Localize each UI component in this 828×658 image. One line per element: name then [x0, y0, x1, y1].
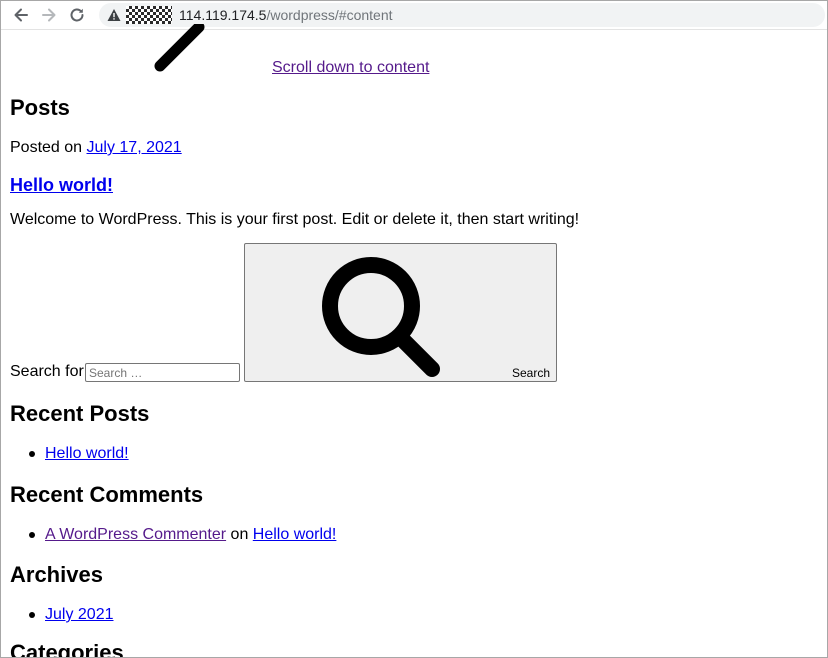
search-button[interactable]: Search — [244, 243, 557, 382]
search-input[interactable] — [85, 363, 240, 382]
post-title-link[interactable]: Hello world! — [10, 175, 113, 195]
post-meta: Posted on July 17, 2021 — [10, 139, 182, 157]
url-path: /wordpress/#content — [266, 7, 393, 23]
browser-window: 114.119.174.5/wordpress/#content Scroll … — [0, 0, 828, 658]
archives-heading: Archives — [10, 562, 103, 587]
search-label: Search for: — [10, 363, 89, 380]
not-secure-warning-icon[interactable] — [107, 8, 121, 22]
post-excerpt: Welcome to WordPress. This is your first… — [10, 211, 580, 228]
scroll-down-link[interactable]: Scroll down to content — [272, 59, 429, 77]
comment-post-link[interactable]: Hello world! — [253, 526, 337, 543]
comment-connector: on — [226, 526, 253, 543]
url-host: 114.119.174.5 — [179, 7, 267, 23]
posted-on-label: Posted on — [10, 139, 87, 156]
recent-post-link[interactable]: Hello world! — [45, 445, 129, 462]
list-item: A WordPress Commenter on Hello world! — [29, 526, 336, 544]
site-logo-icon[interactable] — [147, 21, 217, 74]
list-item: July 2021 — [29, 606, 114, 624]
post-date-link[interactable]: July 17, 2021 — [87, 139, 182, 156]
archive-link[interactable]: July 2021 — [45, 606, 114, 623]
search-icon — [322, 257, 440, 377]
recent-posts-heading: Recent Posts — [10, 401, 150, 426]
redacted-label — [126, 6, 172, 24]
search-button-label: Search — [511, 366, 550, 380]
categories-heading: Categories — [10, 640, 124, 658]
browser-toolbar: 114.119.174.5/wordpress/#content — [1, 1, 827, 30]
forward-arrow-icon[interactable] — [39, 5, 59, 25]
list-item: Hello world! — [29, 445, 129, 463]
page-content: Scroll down to content Posts Posted on J… — [1, 21, 827, 658]
url-text[interactable]: 114.119.174.5/wordpress/#content — [179, 7, 393, 23]
reload-icon[interactable] — [67, 5, 87, 25]
comment-author-link[interactable]: A WordPress Commenter — [45, 526, 226, 543]
recent-comments-heading: Recent Comments — [10, 482, 204, 507]
back-arrow-icon[interactable] — [11, 5, 31, 25]
posts-heading: Posts — [10, 95, 70, 120]
